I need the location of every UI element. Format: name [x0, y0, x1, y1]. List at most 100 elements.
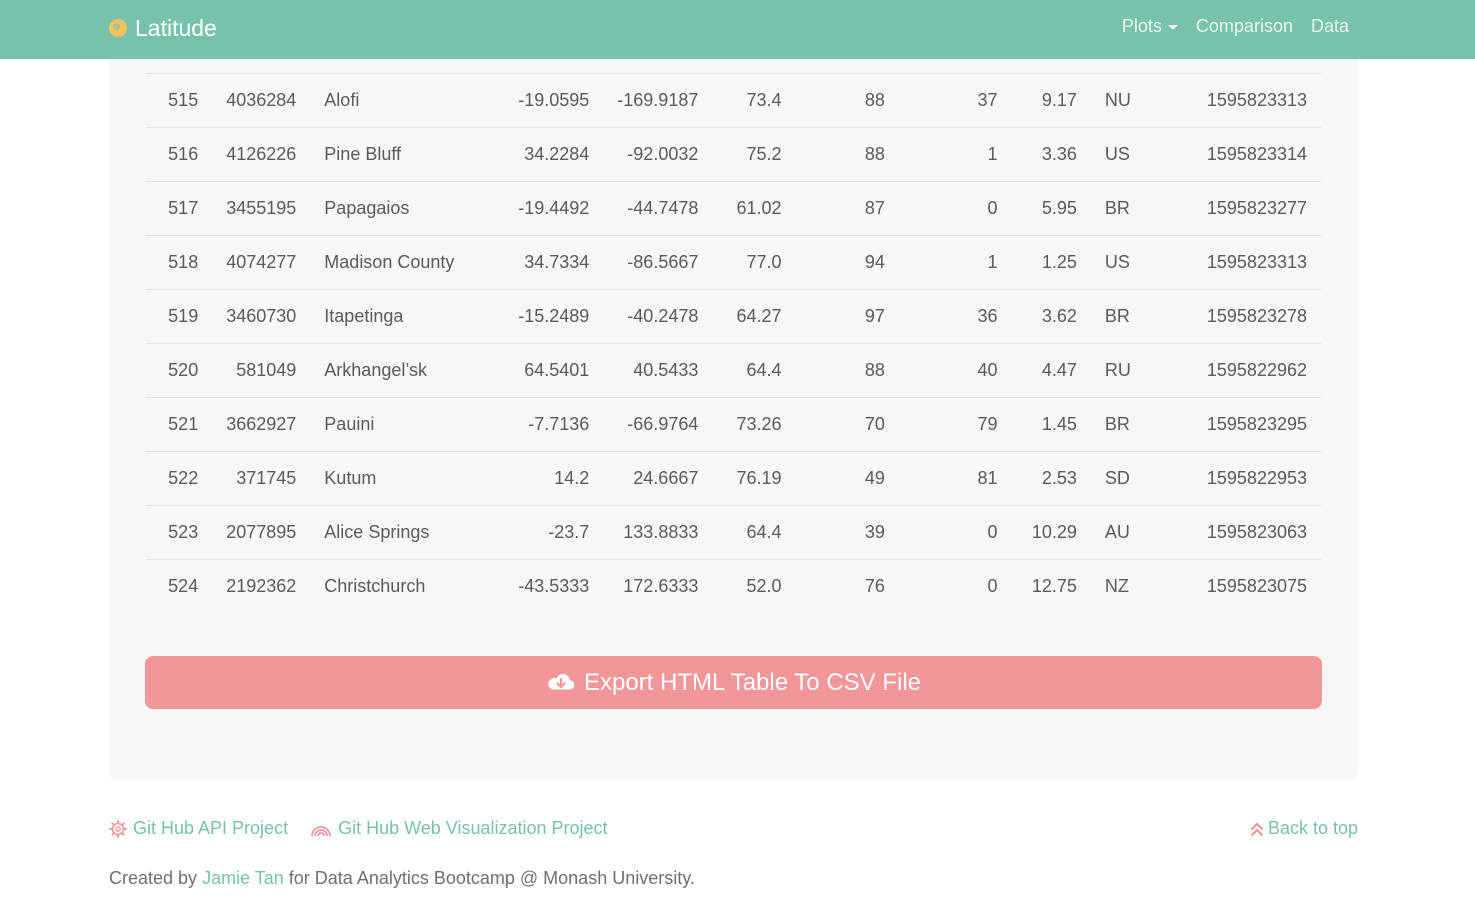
back-to-top-label: Back to top [1267, 818, 1358, 838]
date-cell: 1595823314 [1206, 144, 1307, 164]
cloudiness-cell: 1 [987, 144, 998, 164]
city-name-cell: Pine Bluff [324, 144, 402, 164]
date-cell: 1595823075 [1206, 576, 1307, 597]
row-index-cell: 515 [168, 90, 199, 110]
date-cell: 1595823313 [1206, 252, 1307, 272]
github-api-project-link[interactable]: Git Hub API Project [109, 818, 288, 839]
table-row: 521 3662927 Pauini -7.7136 -66.9764 73.26 70 79… [145, 397, 1321, 452]
latitude-cell: 14.2 [554, 468, 590, 488]
humidity-cell: 87 [864, 198, 885, 218]
city-name-cell: Madison County [324, 252, 455, 272]
city-name-cell: Arkhangel’sk [324, 360, 428, 380]
city-id-cell: 3662927 [226, 414, 297, 434]
city-id-cell: 581049 [236, 360, 297, 380]
brand-link[interactable]: Latitude [109, 14, 217, 42]
city-id-cell: 371745 [236, 468, 297, 488]
humidity-cell: 70 [864, 414, 885, 434]
wind-speed-cell: 1.45 [1041, 414, 1077, 434]
wind-speed-cell: 3.36 [1041, 144, 1077, 164]
wind-speed-cell: 12.75 [1031, 576, 1077, 597]
table-body: 515 4036284 Alofi -19.0595 -169.9187 73.4 88 37… [145, 73, 1321, 614]
date-cell: 1595822953 [1206, 468, 1307, 488]
nav-data[interactable]: Data [1311, 16, 1349, 37]
humidity-cell: 94 [864, 252, 885, 272]
cloudiness-cell: 1 [987, 252, 998, 272]
nav-plots-dropdown[interactable]: Plots [1122, 16, 1178, 37]
longitude-cell: -86.5667 [627, 252, 699, 272]
date-cell: 1595823277 [1206, 198, 1307, 218]
country-cell: US [1104, 144, 1130, 164]
gear-icon [109, 819, 127, 838]
country-cell: BR [1104, 198, 1130, 218]
github-web-visualization-link[interactable]: Git Hub Web Visualization Project [310, 818, 608, 839]
humidity-cell: 88 [864, 144, 885, 164]
latitude-cell: 34.7334 [524, 252, 590, 272]
navbar: Latitude Plots Comparison Data [0, 0, 1475, 59]
humidity-cell: 49 [864, 468, 885, 488]
latitude-cell: -19.4492 [518, 198, 590, 218]
table-row: 517 3455195 Papagaios -19.4492 -44.7478 61.02… [145, 181, 1321, 236]
author-link[interactable]: Jamie Tan [202, 868, 284, 888]
longitude-cell: -92.0032 [627, 144, 699, 164]
caret-down-icon [1167, 25, 1178, 30]
max-temp-cell: 73.26 [736, 414, 782, 434]
export-csv-button[interactable]: Export HTML Table To CSV File [145, 656, 1322, 709]
date-cell: 1595823063 [1206, 522, 1307, 542]
max-temp-cell: 52.0 [746, 576, 782, 597]
country-cell: NZ [1104, 576, 1129, 597]
city-name-cell: Pauini [324, 414, 375, 434]
table-row: 518 4074277 Madison County 34.7334 -86.5667 7… [145, 235, 1321, 290]
wind-speed-cell: 5.95 [1041, 198, 1077, 218]
city-name-cell: Christchurch [324, 576, 426, 597]
humidity-cell: 39 [864, 522, 885, 542]
city-id-cell: 4126226 [226, 144, 297, 164]
longitude-cell: -40.2478 [627, 306, 699, 326]
country-cell: US [1104, 252, 1130, 272]
country-cell: AU [1104, 522, 1130, 542]
row-index-cell: 522 [168, 468, 199, 488]
cloudiness-cell: 81 [977, 468, 998, 488]
city-id-cell: 3455195 [226, 198, 297, 218]
export-csv-label: Export HTML Table To CSV File [583, 668, 922, 696]
country-cell: SD [1104, 468, 1130, 488]
max-temp-cell: 61.02 [736, 198, 782, 218]
globe-icon [109, 19, 127, 37]
city-name-cell: Alice Springs [324, 522, 430, 542]
humidity-cell: 97 [864, 306, 885, 326]
city-name-cell: Alofi [324, 90, 360, 110]
nav-comparison[interactable]: Comparison [1196, 16, 1293, 37]
wind-speed-cell: 10.29 [1031, 522, 1077, 542]
city-name-cell: Itapetinga [324, 306, 404, 326]
city-id-cell: 4036284 [226, 90, 297, 110]
row-index-cell: 521 [168, 414, 199, 434]
wind-speed-cell: 9.17 [1041, 90, 1077, 110]
rainbow-icon [311, 825, 331, 836]
city-id-cell: 3460730 [226, 306, 297, 326]
cloudiness-cell: 40 [977, 360, 998, 380]
latitude-cell: -19.0595 [518, 90, 590, 110]
credit-text: Created by Jamie Tan for Data Analytics … [109, 868, 695, 889]
cloudiness-cell: 36 [977, 306, 998, 326]
github-api-project-label: Git Hub API Project [133, 818, 289, 838]
city-id-cell: 4074277 [226, 252, 297, 272]
nav-links: Plots Comparison Data [1122, 16, 1349, 37]
row-index-cell: 524 [168, 576, 199, 597]
cloudiness-cell: 0 [987, 522, 998, 542]
max-temp-cell: 73.4 [746, 90, 782, 110]
table-row: 522 371745 Kutum 14.2 24.6667 76.19 49 81 2.53 SD… [145, 451, 1321, 506]
back-to-top-link[interactable]: Back to top [1250, 818, 1358, 839]
latitude-cell: -15.2489 [518, 306, 590, 326]
longitude-cell: 40.5433 [633, 360, 699, 380]
table-row: 523 2077895 Alice Springs -23.7 133.8833 64.4… [145, 505, 1321, 560]
latitude-cell: -23.7 [548, 522, 590, 542]
footer-links: Git Hub API Project Git Hub Web Visualiz… [109, 818, 608, 839]
table-row: 519 3460730 Itapetinga -15.2489 -40.2478 64.2… [145, 289, 1321, 344]
max-temp-cell: 76.19 [736, 468, 782, 488]
date-cell: 1595822962 [1206, 360, 1307, 380]
longitude-cell: 133.8833 [623, 522, 699, 542]
city-id-cell: 2077895 [226, 522, 297, 542]
table-row: 516 4126226 Pine Bluff 34.2284 -92.0032 75.2 8… [145, 127, 1321, 182]
country-cell: BR [1104, 414, 1130, 434]
credit-prefix: Created by [109, 868, 203, 888]
date-cell: 1595823295 [1206, 414, 1307, 434]
